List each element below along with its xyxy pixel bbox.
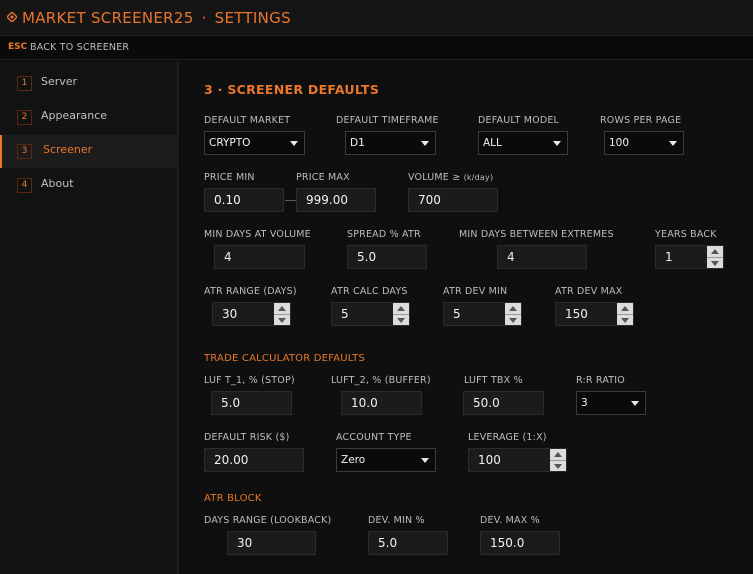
nav-label: Appearance bbox=[41, 109, 108, 122]
account-type-label: ACCOUNT TYPE bbox=[336, 432, 412, 443]
page-title: SETTINGS bbox=[214, 9, 291, 27]
stepper-buttons[interactable] bbox=[505, 303, 521, 325]
luft-2-input[interactable]: 10.0 bbox=[341, 391, 422, 415]
increment-icon[interactable] bbox=[505, 303, 521, 315]
settings-sidebar: 1 Server 2 Appearance 3 Screener 4 About bbox=[0, 61, 179, 574]
nav-label: Screener bbox=[43, 143, 93, 156]
default-model-label: DEFAULT MODEL bbox=[478, 115, 560, 126]
chevron-down-icon bbox=[421, 458, 429, 463]
default-model-select[interactable]: ALL bbox=[478, 131, 568, 155]
min-days-extremes-label: MIN DAYS BETWEEN EXTREMES bbox=[459, 229, 614, 240]
decrement-icon[interactable] bbox=[617, 315, 633, 325]
spread-atr-label: SPREAD % ATR bbox=[347, 229, 421, 240]
rows-per-page-label: ROWS PER PAGE bbox=[600, 115, 682, 126]
nav-number: 1 bbox=[17, 76, 32, 91]
chevron-down-icon bbox=[669, 141, 677, 146]
default-timeframe-label: DEFAULT TIMEFRAME bbox=[336, 115, 439, 126]
luft-2-label: LUFT_2, % (BUFFER) bbox=[331, 375, 431, 386]
default-risk-label: DEFAULT RISK ($) bbox=[204, 432, 290, 443]
decrement-icon[interactable] bbox=[505, 315, 521, 325]
esc-key-hint: ESC bbox=[8, 42, 28, 52]
chevron-down-icon bbox=[290, 141, 298, 146]
sidebar-item-screener[interactable]: 3 Screener bbox=[0, 135, 179, 168]
stepper-buttons[interactable] bbox=[707, 246, 723, 268]
atr-dev-min-stepper[interactable]: 5 bbox=[443, 302, 522, 326]
sidebar-item-appearance[interactable]: 2 Appearance bbox=[0, 101, 179, 133]
default-risk-input[interactable]: 20.00 bbox=[204, 448, 304, 472]
decrement-icon[interactable] bbox=[274, 315, 290, 325]
chevron-down-icon bbox=[631, 401, 639, 406]
dev-min-input[interactable]: 5.0 bbox=[368, 531, 448, 555]
years-back-stepper[interactable]: 1 bbox=[655, 245, 724, 269]
rr-ratio-label: R:R RATIO bbox=[576, 375, 625, 386]
chevron-down-icon bbox=[421, 141, 429, 146]
atr-dev-min-label: ATR DEV MIN bbox=[443, 286, 508, 297]
min-days-extremes-input[interactable]: 4 bbox=[497, 245, 587, 269]
dev-min-label: DEV. MIN % bbox=[368, 515, 425, 526]
dev-max-input[interactable]: 150.0 bbox=[480, 531, 560, 555]
range-dash bbox=[285, 200, 296, 201]
title-bar: MARKET SCREENER25 · SETTINGS bbox=[0, 0, 753, 36]
volume-input[interactable]: 700 bbox=[408, 188, 498, 212]
leverage-stepper[interactable]: 100 bbox=[468, 448, 567, 472]
back-to-screener-link[interactable]: ESC BACK TO SCREENER bbox=[0, 37, 753, 60]
min-days-volume-input[interactable]: 4 bbox=[214, 245, 305, 269]
atr-range-stepper[interactable]: 30 bbox=[212, 302, 291, 326]
default-market-label: DEFAULT MARKET bbox=[204, 115, 291, 126]
stepper-buttons[interactable] bbox=[274, 303, 290, 325]
sidebar-item-about[interactable]: 4 About bbox=[0, 169, 179, 201]
atr-dev-max-stepper[interactable]: 150 bbox=[555, 302, 634, 326]
stepper-buttons[interactable] bbox=[393, 303, 409, 325]
increment-icon[interactable] bbox=[617, 303, 633, 315]
sidebar-item-server[interactable]: 1 Server bbox=[0, 67, 179, 99]
back-label: BACK TO SCREENER bbox=[30, 42, 130, 53]
atr-block-title: ATR BLOCK bbox=[204, 493, 262, 504]
increment-icon[interactable] bbox=[393, 303, 409, 315]
price-min-input[interactable]: 0.10 bbox=[204, 188, 284, 212]
section-title: 3 · SCREENER DEFAULTS bbox=[204, 82, 380, 97]
atr-dev-max-label: ATR DEV MAX bbox=[555, 286, 623, 297]
stepper-buttons[interactable] bbox=[550, 449, 566, 471]
increment-icon[interactable] bbox=[550, 449, 566, 461]
price-max-label: PRICE MAX bbox=[296, 172, 350, 183]
rr-ratio-select[interactable]: 3 bbox=[576, 391, 646, 415]
trade-calculator-title: TRADE CALCULATOR DEFAULTS bbox=[204, 353, 366, 364]
default-timeframe-select[interactable]: D1 bbox=[345, 131, 436, 155]
atr-calc-days-label: ATR CALC DAYS bbox=[331, 286, 408, 297]
nav-number: 3 bbox=[17, 144, 32, 159]
leverage-label: LEVERAGE (1:X) bbox=[468, 432, 547, 443]
atr-calc-days-stepper[interactable]: 5 bbox=[331, 302, 410, 326]
default-market-select[interactable]: CRYPTO bbox=[204, 131, 305, 155]
days-range-label: DAYS RANGE (LOOKBACK) bbox=[204, 515, 332, 526]
luf-t1-input[interactable]: 5.0 bbox=[211, 391, 292, 415]
chevron-down-icon bbox=[553, 141, 561, 146]
nav-number: 4 bbox=[17, 178, 32, 193]
decrement-icon[interactable] bbox=[393, 315, 409, 325]
decrement-icon[interactable] bbox=[550, 461, 566, 471]
dev-max-label: DEV. MAX % bbox=[480, 515, 540, 526]
app-title: MARKET SCREENER25 · SETTINGS bbox=[22, 9, 291, 27]
luft-tbx-label: LUFT TBX % bbox=[464, 375, 523, 386]
volume-label: VOLUME ≥ (k/day) bbox=[408, 172, 494, 183]
increment-icon[interactable] bbox=[707, 246, 723, 258]
luft-tbx-input[interactable]: 50.0 bbox=[463, 391, 544, 415]
nav-number: 2 bbox=[17, 110, 32, 125]
days-range-input[interactable]: 30 bbox=[227, 531, 316, 555]
decrement-icon[interactable] bbox=[707, 258, 723, 268]
account-type-select[interactable]: Zero bbox=[336, 448, 436, 472]
price-max-input[interactable]: 999.00 bbox=[296, 188, 376, 212]
years-back-label: YEARS BACK bbox=[655, 229, 717, 240]
settings-panel: 3 · SCREENER DEFAULTS DEFAULT MARKET CRY… bbox=[181, 61, 753, 574]
diamond-icon bbox=[7, 12, 17, 22]
nav-label: About bbox=[41, 177, 74, 190]
nav-label: Server bbox=[41, 75, 78, 88]
spread-atr-input[interactable]: 5.0 bbox=[347, 245, 427, 269]
luf-t1-label: LUF T_1, % (STOP) bbox=[204, 375, 295, 386]
min-days-volume-label: MIN DAYS AT VOLUME bbox=[204, 229, 311, 240]
rows-per-page-select[interactable]: 100 bbox=[604, 131, 684, 155]
increment-icon[interactable] bbox=[274, 303, 290, 315]
atr-range-label: ATR RANGE (DAYS) bbox=[204, 286, 297, 297]
stepper-buttons[interactable] bbox=[617, 303, 633, 325]
price-min-label: PRICE MIN bbox=[204, 172, 255, 183]
